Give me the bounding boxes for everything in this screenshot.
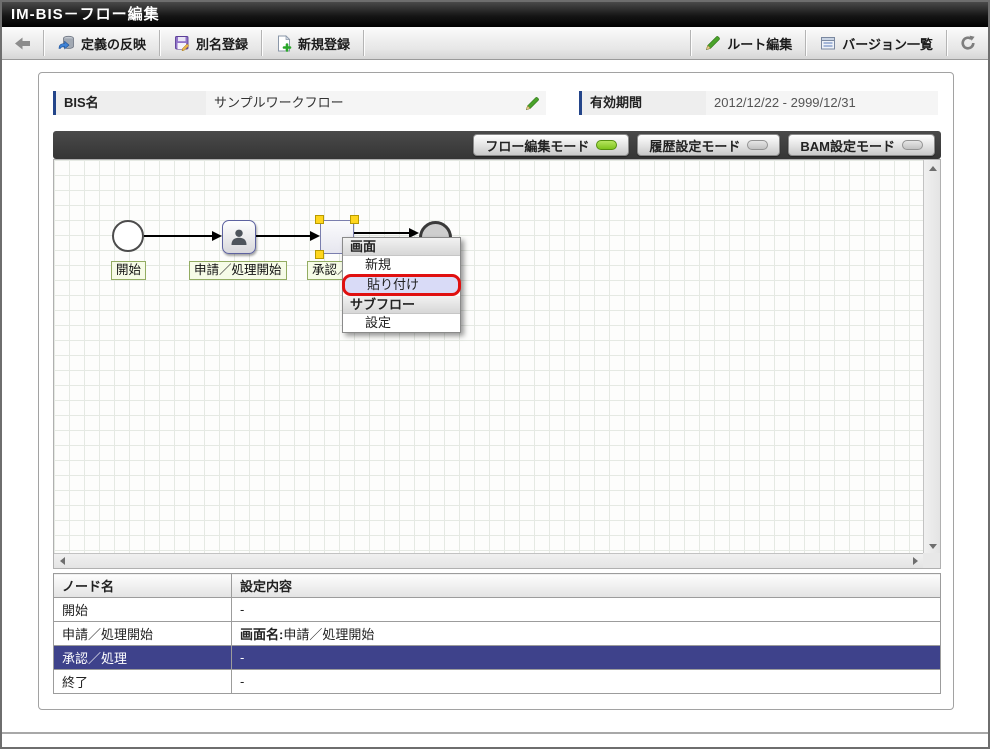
flow-grid[interactable]: 開始 申請／処理開始 承認／処理 画面 新規 貼り付け サブフロー 設定 (54, 160, 924, 554)
config-cell: - (231, 669, 941, 694)
user-task-node-label: 申請／処理開始 (189, 261, 287, 280)
mode-history-button[interactable]: 履歴設定モード (637, 134, 781, 156)
register-new-button[interactable]: 新規登録 (263, 27, 363, 59)
selection-handle[interactable] (315, 215, 324, 224)
node-config-table: ノード名 設定内容 開始 - 申請／処理開始 画面名:申請／処理開始 承認／処理… (53, 573, 941, 694)
config-text: - (240, 602, 245, 617)
save-alias-icon (174, 35, 190, 51)
column-header-config: 設定内容 (231, 573, 941, 598)
window-bottom-divider (2, 732, 988, 734)
config-text: - (240, 650, 245, 665)
reflect-definition-label: 定義の反映 (81, 36, 147, 52)
horizontal-scrollbar[interactable] (54, 553, 924, 568)
version-list-label: バージョン一覧 (842, 36, 933, 52)
config-cell: 画面名:申請／処理開始 (231, 621, 941, 646)
refresh-icon (960, 35, 976, 51)
node-name-cell: 承認／処理 (53, 645, 232, 670)
user-task-node[interactable] (222, 220, 256, 254)
inactive-indicator-icon (902, 140, 923, 150)
context-menu-item-paste[interactable]: 貼り付け (342, 274, 461, 296)
config-text: 申請／処理開始 (283, 627, 375, 642)
bis-name-value-box: サンプルワークフロー (206, 91, 546, 115)
node-name-cell: 開始 (53, 597, 232, 622)
config-text: - (240, 674, 245, 689)
database-reflect-icon (58, 35, 75, 51)
config-cell: - (231, 645, 941, 670)
context-menu-item-settings[interactable]: 設定 (343, 314, 460, 332)
table-header-row: ノード名 設定内容 (53, 573, 941, 598)
context-menu-header-screen: 画面 (343, 238, 460, 256)
edit-bis-name-icon[interactable] (525, 96, 540, 111)
mode-bam-button[interactable]: BAM設定モード (788, 134, 935, 156)
mode-flow-edit-label: フロー編集モード (485, 138, 590, 154)
table-row[interactable]: 申請／処理開始 画面名:申請／処理開始 (53, 621, 941, 646)
node-name-cell: 申請／処理開始 (53, 621, 232, 646)
config-prefix: 画面名: (240, 627, 284, 642)
bis-name-value: サンプルワークフロー (214, 95, 344, 110)
edit-route-label: ルート編集 (727, 36, 793, 52)
back-button[interactable] (2, 27, 43, 59)
page-title: IM-BIS－フロー編集 (2, 2, 988, 27)
flow-arrow (144, 235, 212, 237)
mode-flow-edit-button[interactable]: フロー編集モード (473, 134, 630, 156)
table-row[interactable]: 開始 - (53, 597, 941, 622)
config-cell: - (231, 597, 941, 622)
node-name-cell: 終了 (53, 669, 232, 694)
scroll-left-icon[interactable] (60, 557, 65, 565)
inactive-indicator-icon (747, 140, 769, 150)
scroll-down-icon[interactable] (929, 544, 937, 549)
header-fields: BIS名 サンプルワークフロー 有効期間 2012/12/22 - 2999/1… (53, 91, 941, 115)
version-list-button[interactable]: バージョン一覧 (807, 27, 946, 59)
context-menu-header-subflow: サブフロー (343, 296, 460, 314)
main-panel: BIS名 サンプルワークフロー 有効期間 2012/12/22 - 2999/1… (38, 72, 954, 710)
fields-gap (546, 91, 579, 115)
flow-arrow (354, 232, 409, 234)
scrollbar-corner (923, 553, 940, 568)
flow-canvas: 開始 申請／処理開始 承認／処理 画面 新規 貼り付け サブフロー 設定 (53, 159, 941, 569)
back-arrow-icon (14, 36, 31, 51)
selection-handle[interactable] (315, 250, 324, 259)
scroll-right-icon[interactable] (913, 557, 918, 565)
selection-handle[interactable] (350, 215, 359, 224)
flow-arrow (256, 235, 310, 237)
column-header-node-name: ノード名 (53, 573, 232, 598)
register-new-label: 新規登録 (298, 36, 351, 52)
pencil-icon (705, 35, 721, 51)
table-row[interactable]: 終了 - (53, 669, 941, 694)
context-menu-item-new[interactable]: 新規 (343, 256, 460, 274)
list-icon (820, 36, 836, 51)
refresh-button[interactable] (948, 27, 988, 59)
bis-name-label: BIS名 (53, 91, 206, 115)
start-node-label: 開始 (111, 261, 147, 280)
table-row-selected[interactable]: 承認／処理 - (53, 645, 941, 670)
validity-label: 有効期間 (579, 91, 706, 115)
context-menu: 画面 新規 貼り付け サブフロー 設定 (342, 237, 461, 333)
start-event-node[interactable] (112, 220, 144, 252)
active-indicator-icon (596, 140, 618, 150)
edit-route-button[interactable]: ルート編集 (692, 27, 805, 59)
reflect-definition-button[interactable]: 定義の反映 (45, 27, 159, 59)
toolbar: 定義の反映 別名登録 新規登録 ルート編集 バージョン一覧 (2, 27, 988, 60)
flow-arrowhead-icon (310, 231, 320, 241)
register-alias-label: 別名登録 (196, 36, 249, 52)
scroll-up-icon[interactable] (929, 166, 937, 171)
mode-bam-label: BAM設定モード (800, 138, 895, 154)
mode-history-label: 履歴設定モード (649, 138, 741, 154)
person-icon (228, 226, 250, 248)
register-alias-button[interactable]: 別名登録 (161, 27, 261, 59)
vertical-scrollbar[interactable] (923, 160, 940, 554)
new-document-icon (276, 34, 292, 52)
mode-bar: フロー編集モード 履歴設定モード BAM設定モード (53, 131, 941, 159)
validity-value: 2012/12/22 - 2999/12/31 (706, 91, 938, 115)
app-window: IM-BIS－フロー編集 定義の反映 別名登録 新規登録 ルート編集 バージョン… (0, 0, 990, 749)
flow-arrowhead-icon (212, 231, 222, 241)
